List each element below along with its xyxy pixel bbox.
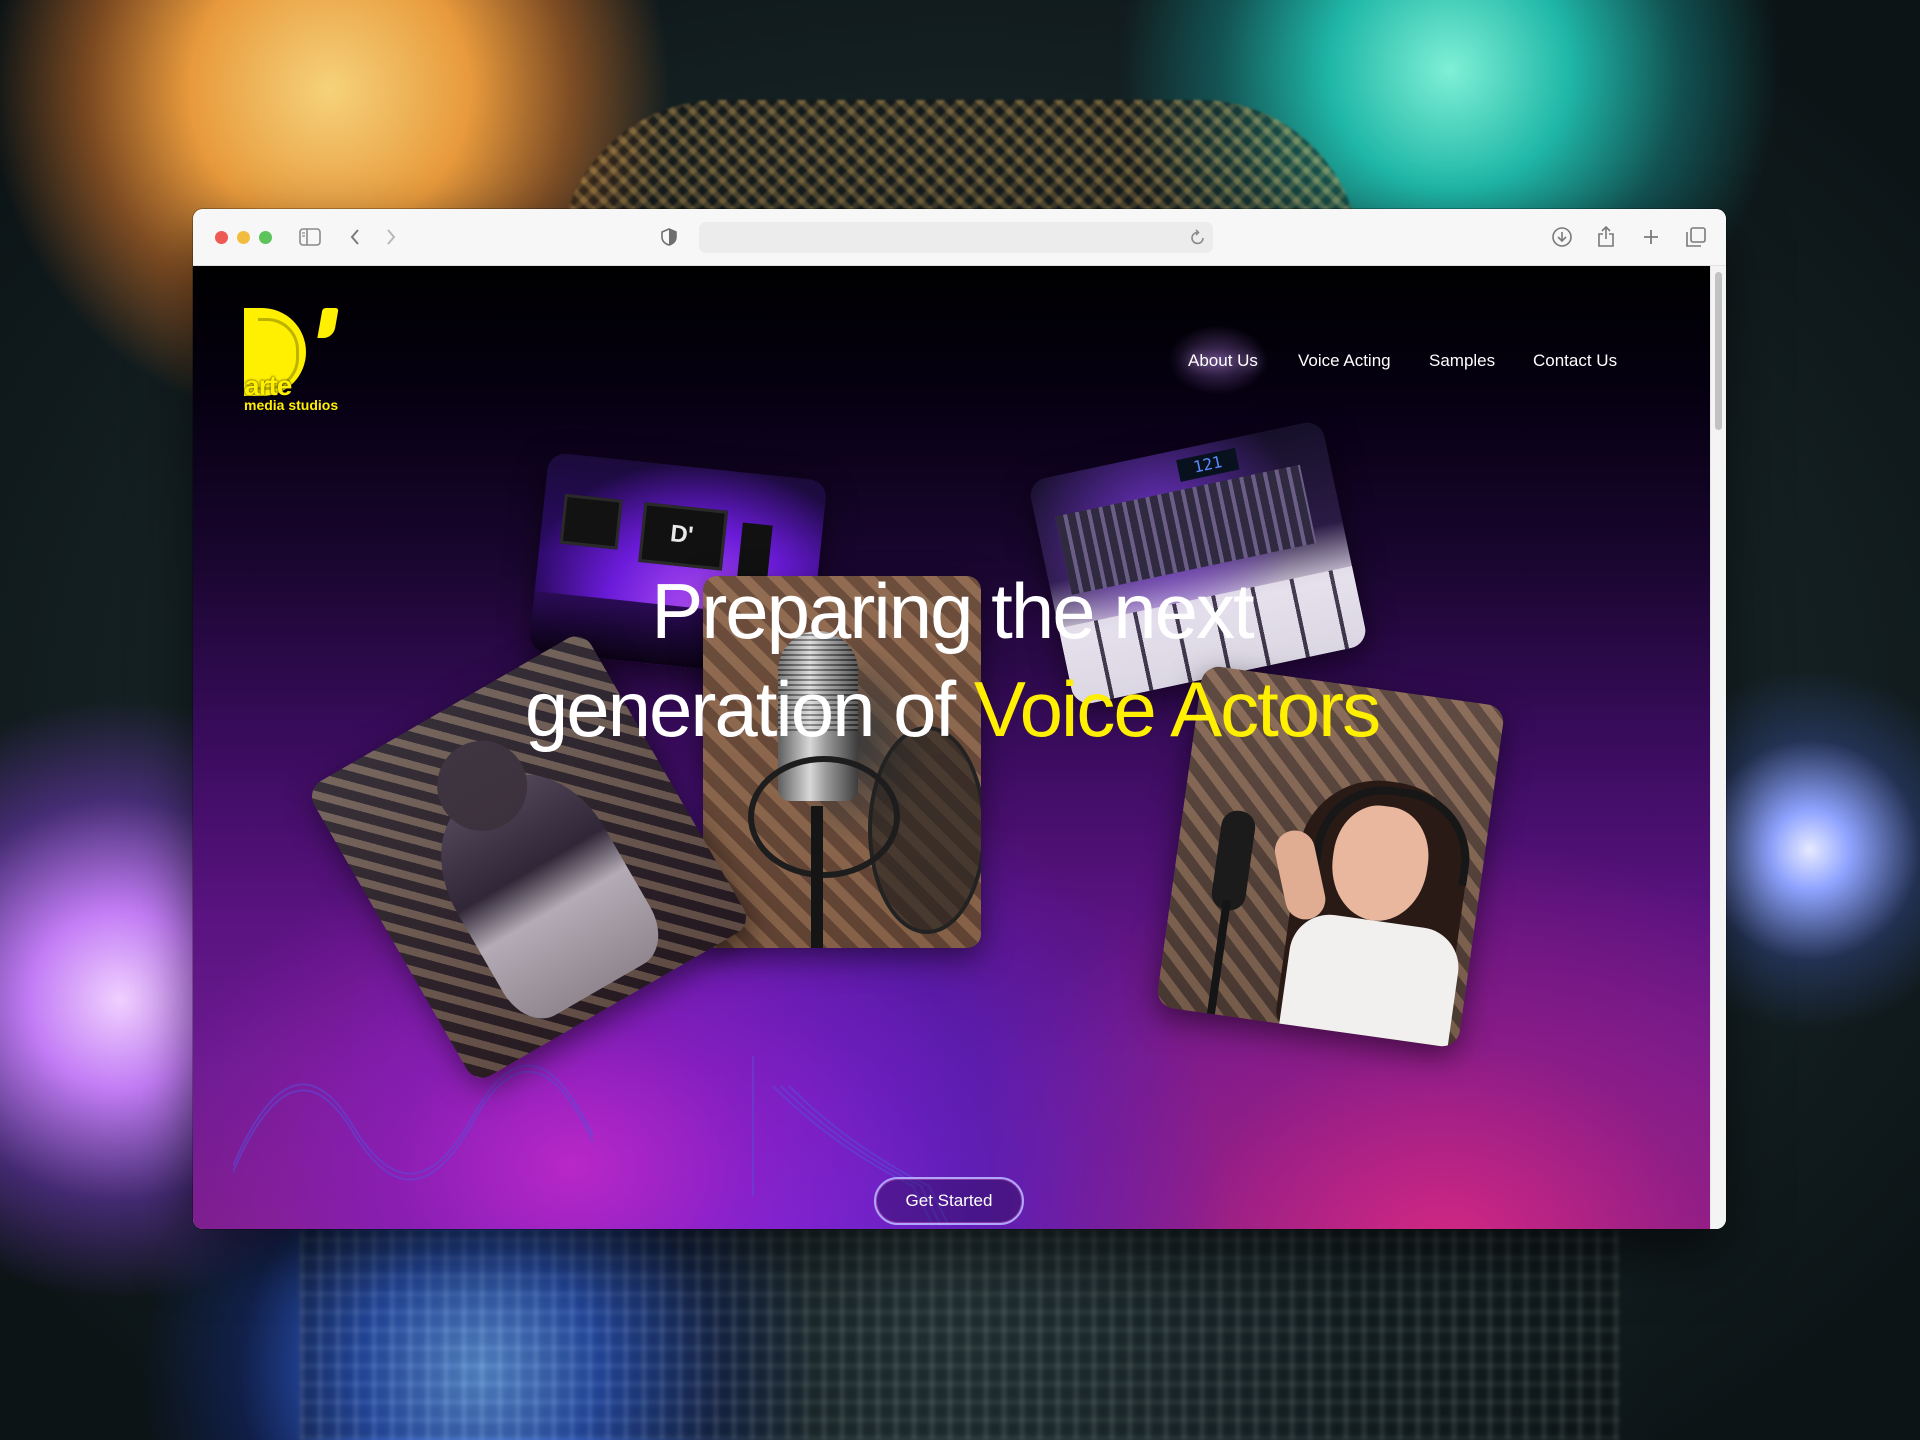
main-navigation: About Us Voice Acting Samples Contact Us (193, 325, 1711, 395)
mixer-display: 121 (1176, 447, 1240, 482)
tabs-overview-icon[interactable] (1686, 223, 1706, 251)
sound-wave-decoration (233, 1056, 950, 1226)
browser-window: arte media studios About Us Voice Acting… (193, 209, 1726, 1229)
get-started-button[interactable]: Get Started (874, 1177, 1024, 1225)
hero-line-2-prefix: generation of (524, 665, 974, 753)
scrollbar-thumb[interactable] (1715, 272, 1722, 430)
hero-accent-text: Voice Actors (971, 665, 1382, 753)
browser-toolbar (193, 209, 1726, 266)
reload-icon[interactable] (1189, 227, 1207, 252)
nav-item-samples[interactable]: Samples (1429, 347, 1495, 375)
share-icon[interactable] (1597, 223, 1615, 251)
nav-item-voice-acting[interactable]: Voice Acting (1298, 347, 1391, 375)
back-icon[interactable] (349, 223, 361, 251)
minimize-window-button[interactable] (237, 231, 250, 244)
address-bar[interactable] (699, 222, 1213, 253)
nav-item-contact-us[interactable]: Contact Us (1533, 347, 1617, 375)
logo-tagline: media studios (244, 397, 339, 413)
forward-icon[interactable] (385, 223, 397, 251)
web-page: arte media studios About Us Voice Acting… (193, 266, 1711, 1229)
download-icon[interactable] (1551, 223, 1573, 251)
close-window-button[interactable] (215, 231, 228, 244)
new-tab-icon[interactable] (1642, 223, 1660, 251)
nav-item-about-us[interactable]: About Us (1188, 347, 1258, 375)
page-scrollbar[interactable] (1710, 266, 1726, 1229)
shield-icon[interactable] (661, 223, 677, 251)
zoom-window-button[interactable] (259, 231, 272, 244)
hero-line-2: generation of Voice Actors (193, 664, 1711, 754)
logo-apostrophe (317, 308, 339, 338)
logo-word: arte (244, 370, 292, 401)
hero-line-1: Preparing the next (651, 567, 1254, 655)
sidebar-icon[interactable] (299, 223, 321, 251)
background-microphone-grille (300, 1230, 1620, 1440)
